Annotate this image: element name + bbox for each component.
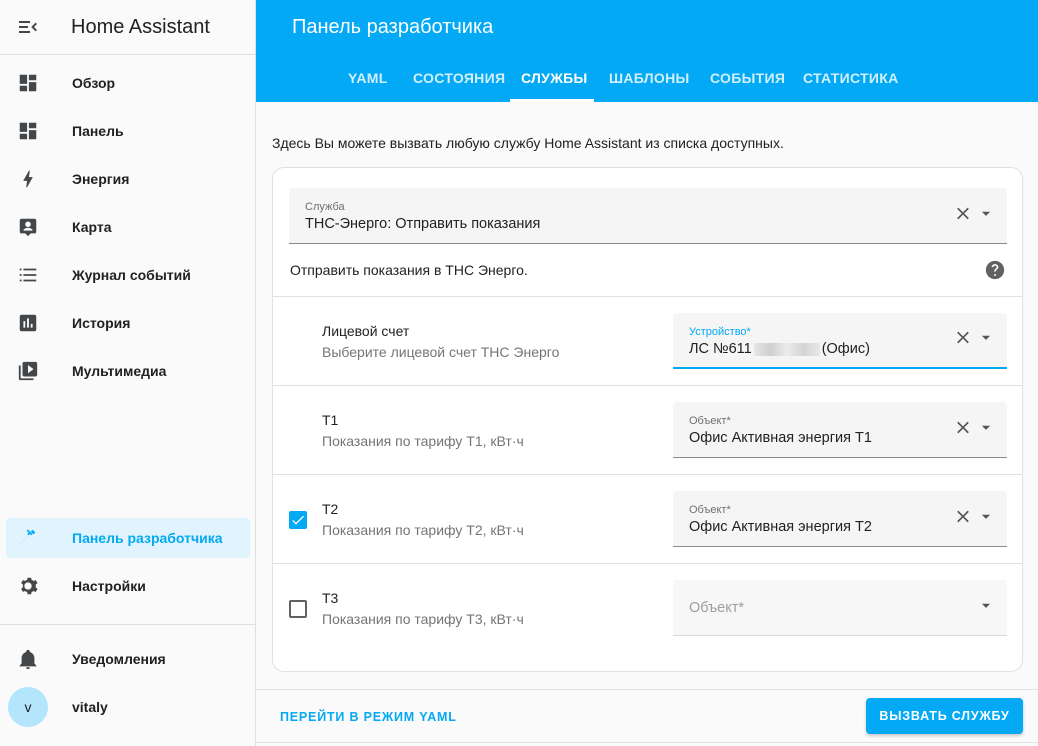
- sidebar-item-notifications[interactable]: Уведомления: [6, 639, 250, 679]
- tab-events[interactable]: СОБЫТИЯ: [710, 70, 785, 86]
- sidebar-header: Home Assistant: [0, 0, 255, 55]
- account-location: (Офис): [821, 341, 870, 357]
- logbook-list-icon: [6, 264, 50, 286]
- entity-select-t1[interactable]: Объект* Офис Активная энергия Т1: [673, 402, 1007, 458]
- sidebar-item-media[interactable]: Мультимедиа: [6, 351, 250, 391]
- call-service-button[interactable]: ВЫЗВАТЬ СЛУЖБУ: [866, 698, 1023, 734]
- sidebar-item-energy[interactable]: Энергия: [6, 159, 250, 199]
- sidebar-item-panel[interactable]: Панель: [6, 111, 250, 151]
- media-play-icon: [6, 360, 50, 382]
- sidebar-item-label: Карта: [72, 219, 112, 235]
- close-icon[interactable]: [953, 417, 973, 442]
- sidebar-item-map[interactable]: Карта: [6, 207, 250, 247]
- chevron-down-icon[interactable]: [979, 331, 993, 350]
- close-icon[interactable]: [953, 203, 973, 228]
- param-subtitle: Выберите лицевой счет ТНС Энерго: [322, 344, 560, 360]
- sidebar-item-history[interactable]: История: [6, 303, 250, 343]
- param-title: Т1: [322, 412, 339, 428]
- tab-templates[interactable]: ШАБЛОНЫ: [609, 70, 690, 86]
- chevron-down-icon[interactable]: [979, 420, 993, 439]
- field-label: Устройство*: [689, 326, 751, 338]
- app-title: Home Assistant: [71, 15, 210, 38]
- sidebar-item-label: Уведомления: [72, 651, 166, 667]
- map-account-icon: [6, 216, 50, 238]
- sidebar-item-label: История: [72, 315, 131, 331]
- sidebar-item-developer-tools[interactable]: Панель разработчика: [6, 518, 250, 558]
- sidebar-item-user[interactable]: v vitaly: [6, 684, 250, 730]
- param-title: Т2: [322, 501, 339, 517]
- intro-text: Здесь Вы можете вызвать любую службу Hom…: [272, 135, 784, 151]
- chevron-down-icon[interactable]: [979, 206, 993, 225]
- param-subtitle: Показания по тарифу Т2, кВт·ч: [322, 522, 524, 538]
- tab-yaml[interactable]: YAML: [348, 70, 388, 86]
- field-value: ТНС-Энерго: Отправить показания: [305, 216, 541, 232]
- row-divider: [273, 296, 1022, 297]
- tab-states[interactable]: СОСТОЯНИЯ: [413, 70, 505, 86]
- t3-checkbox[interactable]: [289, 600, 307, 618]
- row-divider: [273, 563, 1022, 564]
- sidebar-item-label: Панель разработчика: [72, 530, 223, 546]
- footer-divider: [256, 689, 1038, 690]
- sidebar-item-label: Журнал событий: [72, 267, 191, 283]
- close-icon[interactable]: [953, 506, 973, 531]
- sidebar-item-label: Настройки: [72, 578, 146, 594]
- sidebar-item-label: Мультимедиа: [72, 363, 167, 379]
- avatar-wrap: v: [6, 687, 50, 727]
- page-title: Панель разработчика: [292, 16, 494, 38]
- tab-statistics[interactable]: СТАТИСТИКА: [803, 70, 899, 86]
- param-title: Т3: [322, 590, 339, 606]
- field-value: ЛС №611 (Офис): [689, 341, 870, 357]
- menu-toggle-icon[interactable]: [0, 0, 56, 55]
- t2-checkbox[interactable]: [289, 511, 307, 529]
- row-divider: [273, 474, 1022, 475]
- field-value: Офис Активная энергия Т1: [689, 430, 872, 446]
- service-description: Отправить показания в ТНС Энерго.: [290, 262, 528, 278]
- sidebar-item-overview[interactable]: Обзор: [6, 63, 250, 103]
- param-subtitle: Показания по тарифу Т3, кВт·ч: [322, 611, 524, 627]
- field-label: Объект*: [689, 504, 731, 516]
- chevron-down-icon[interactable]: [979, 598, 993, 617]
- device-select[interactable]: Устройство* ЛС №611 (Офис): [673, 313, 1007, 369]
- entity-select-t3[interactable]: Объект*: [673, 580, 1007, 636]
- dashboard-icon: [6, 120, 50, 142]
- redacted-text: [753, 342, 820, 356]
- active-tab-indicator: [510, 99, 594, 102]
- sidebar-item-label: Обзор: [72, 75, 116, 91]
- chevron-down-icon[interactable]: [979, 509, 993, 528]
- sidebar: Home Assistant Обзор Панель Энергия Карт…: [0, 0, 256, 746]
- param-subtitle: Показания по тарифу Т1, кВт·ч: [322, 433, 524, 449]
- page-header: Панель разработчика YAML СОСТОЯНИЯ СЛУЖБ…: [256, 0, 1038, 102]
- service-select[interactable]: Служба ТНС-Энерго: Отправить показания: [289, 188, 1007, 244]
- service-card: Служба ТНС-Энерго: Отправить показания О…: [272, 167, 1023, 672]
- field-label: Служба: [305, 201, 345, 213]
- lightning-icon: [6, 168, 50, 190]
- field-value: Офис Активная энергия Т2: [689, 519, 872, 535]
- sidebar-item-settings[interactable]: Настройки: [6, 566, 250, 606]
- entity-select-t2[interactable]: Объект* Офис Активная энергия Т2: [673, 491, 1007, 547]
- yaml-mode-button[interactable]: ПЕРЕЙТИ В РЕЖИМ YAML: [280, 710, 457, 724]
- account-number: ЛС №611: [689, 341, 752, 357]
- sidebar-divider: [0, 624, 256, 625]
- tab-services[interactable]: СЛУЖБЫ: [521, 70, 588, 86]
- close-icon[interactable]: [953, 328, 973, 353]
- sidebar-item-logbook[interactable]: Журнал событий: [6, 255, 250, 295]
- footer-bottom-divider: [256, 742, 1038, 743]
- sidebar-item-label: Энергия: [72, 171, 130, 187]
- avatar: v: [8, 687, 48, 727]
- help-icon[interactable]: [985, 260, 1005, 280]
- row-divider: [273, 385, 1022, 386]
- history-chart-icon: [6, 312, 50, 334]
- gear-icon: [6, 575, 50, 597]
- checkmark-icon: [292, 515, 304, 525]
- param-title: Лицевой счет: [322, 323, 410, 339]
- field-placeholder: Объект*: [689, 600, 745, 616]
- bell-icon: [6, 648, 50, 670]
- field-label: Объект*: [689, 415, 731, 427]
- user-name: vitaly: [72, 699, 108, 715]
- dashboard-icon: [6, 72, 50, 94]
- sidebar-item-label: Панель: [72, 123, 124, 139]
- hammer-icon: [6, 527, 50, 549]
